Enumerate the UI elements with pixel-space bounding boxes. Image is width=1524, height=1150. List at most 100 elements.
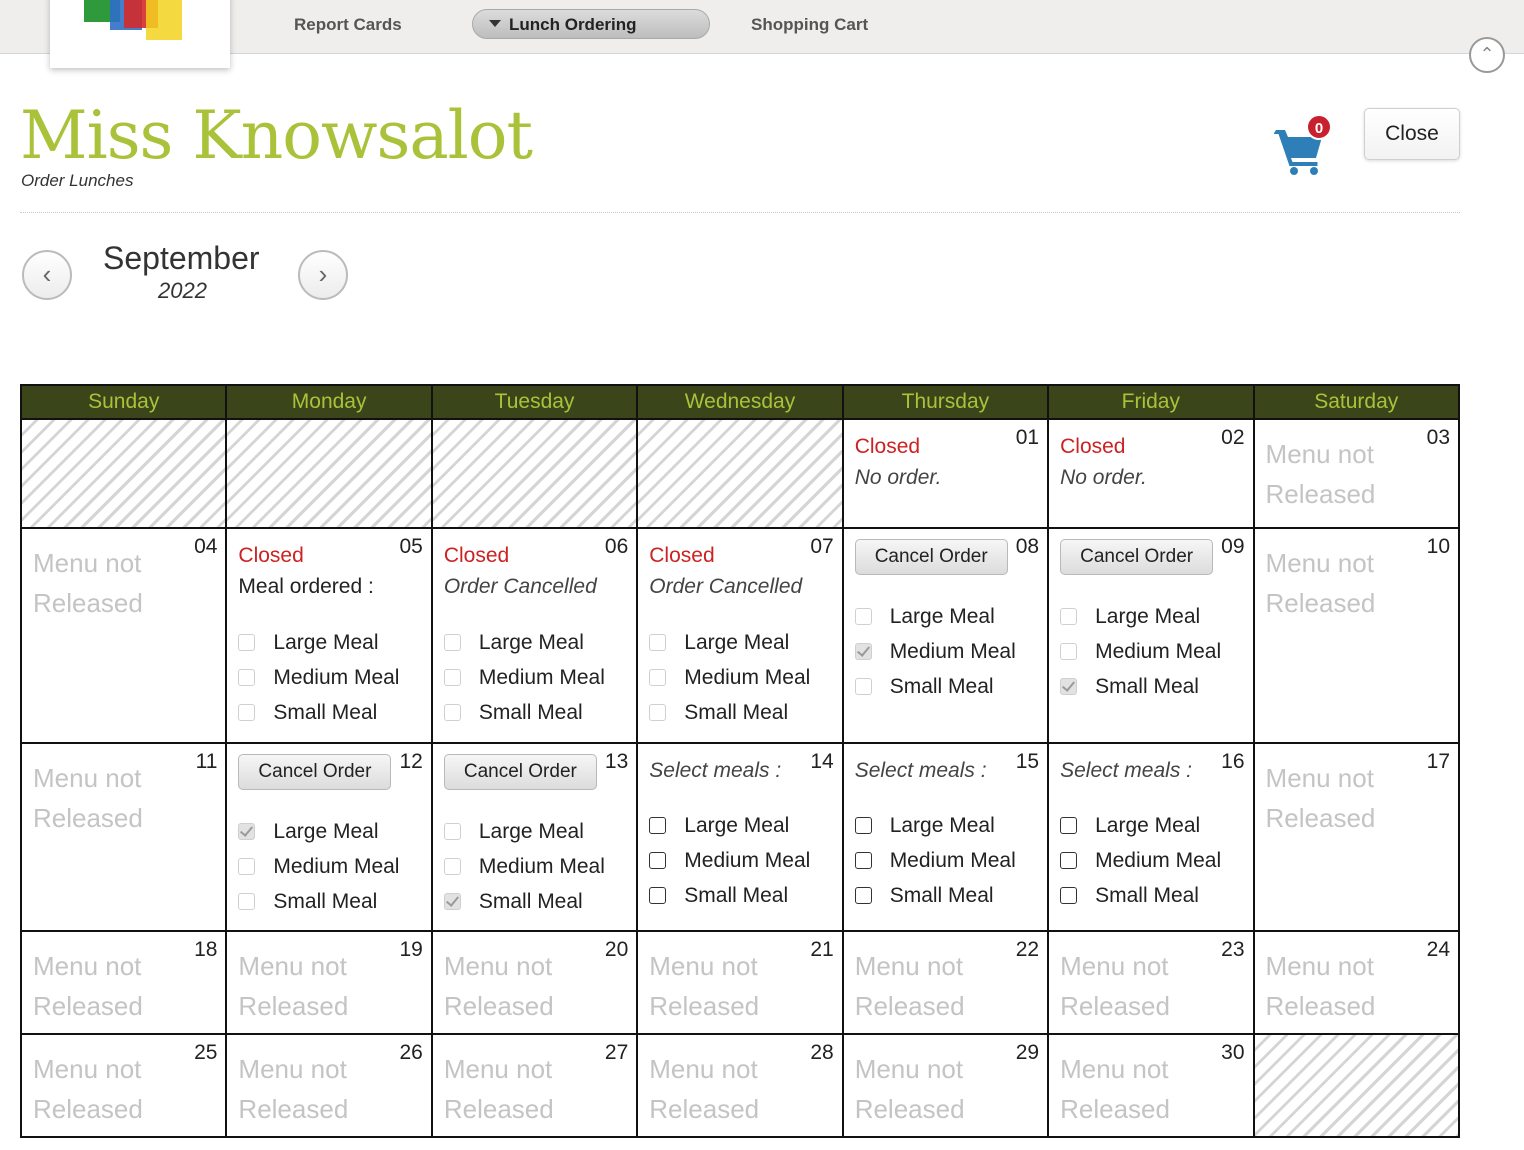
meal-checkbox[interactable] <box>649 887 667 904</box>
empty-day-cell <box>430 418 639 529</box>
meal-label[interactable]: Large Meal <box>684 814 789 838</box>
day-cell: 14 Select meals : Large Meal Medium Meal… <box>636 742 844 932</box>
nav-report-cards[interactable]: Report Cards <box>294 12 402 38</box>
menu-not-released: Menu not Released <box>443 951 554 1021</box>
meal-label[interactable]: Small Meal <box>1095 884 1199 908</box>
meal-option-large: Large Meal <box>238 814 399 849</box>
menu-not-released: Menu not Released <box>1060 951 1170 1021</box>
meal-label: Medium Meal <box>1095 639 1222 663</box>
meal-checkbox[interactable] <box>1060 817 1078 834</box>
meal-checkbox[interactable] <box>854 852 872 869</box>
meal-option-small: Small Meal <box>443 884 605 919</box>
closed-status: Closed <box>443 544 510 567</box>
closed-status: Closed <box>238 544 304 567</box>
menu-not-released: Menu not Released <box>33 951 143 1021</box>
day-cell: 08 Cancel Order Large Meal Medium Meal S… <box>841 527 1050 744</box>
meal-label[interactable]: Small Meal <box>684 884 788 908</box>
chevron-left-icon: ‹ <box>42 259 52 289</box>
cancel-order-button[interactable]: Cancel Order <box>854 539 1008 575</box>
meal-label: Large Meal <box>684 630 790 654</box>
menu-not-released: Menu not Released <box>33 1054 143 1124</box>
meal-checkbox <box>854 608 872 625</box>
meal-checkbox-checked <box>238 823 256 840</box>
cancel-order-button[interactable]: Cancel Order <box>443 754 597 790</box>
cancel-order-button[interactable]: Cancel Order <box>238 754 392 790</box>
closed-status: Closed <box>649 544 715 567</box>
weekday-header: Saturday <box>1252 384 1461 420</box>
meal-option-medium[interactable]: Medium Meal <box>1060 843 1221 878</box>
next-month-button[interactable]: › <box>298 250 348 300</box>
logo-shape <box>146 0 182 40</box>
day-number: 28 <box>810 1041 834 1064</box>
weekday-header: Monday <box>225 384 433 420</box>
meal-option-large[interactable]: Large Meal <box>854 808 1016 843</box>
day-number: 17 <box>1426 750 1450 773</box>
dropdown-triangle-icon <box>489 20 501 27</box>
school-logo[interactable] <box>50 0 230 68</box>
day-number: 23 <box>1221 938 1245 961</box>
meal-label[interactable]: Medium Meal <box>890 849 1016 873</box>
menu-not-released: Menu not Released <box>1265 763 1376 833</box>
meal-label[interactable]: Medium Meal <box>1095 849 1221 873</box>
meal-checkbox-checked <box>1060 678 1078 695</box>
prev-month-button[interactable]: ‹ <box>22 250 72 300</box>
meal-label[interactable]: Small Meal <box>890 884 994 908</box>
meal-label[interactable]: Large Meal <box>1095 814 1200 838</box>
day-cell: 29 Menu not Released <box>841 1033 1050 1138</box>
meal-checkbox[interactable] <box>854 817 872 834</box>
meal-checkbox[interactable] <box>649 817 667 834</box>
day-number: 13 <box>604 750 629 773</box>
nav-shopping-cart[interactable]: Shopping Cart <box>751 12 868 38</box>
meal-checkbox[interactable] <box>1060 852 1078 869</box>
meal-option-large: Large Meal <box>238 625 399 660</box>
close-button[interactable]: Close <box>1364 108 1460 160</box>
day-number: 02 <box>1221 426 1245 449</box>
weekday-header: Friday <box>1047 384 1255 420</box>
meal-option-small: Small Meal <box>238 884 399 919</box>
meal-label: Large Meal <box>273 819 379 843</box>
meal-option-large[interactable]: Large Meal <box>1060 808 1221 843</box>
meal-checkbox[interactable] <box>1060 887 1078 904</box>
meal-label: Small Meal <box>1095 674 1199 698</box>
weekday-header: Wednesday <box>636 384 844 420</box>
meal-options: Large Meal Medium Meal Small Meal <box>649 625 810 730</box>
meal-option-small[interactable]: Small Meal <box>854 878 1016 913</box>
meal-option-medium: Medium Meal <box>443 849 605 884</box>
menu-not-released: Menu not Released <box>1060 1054 1170 1124</box>
scroll-top-icon[interactable]: ⌃ <box>1469 37 1505 73</box>
meal-checkbox <box>1060 608 1078 625</box>
meal-checkbox-checked <box>854 643 872 660</box>
day-number: 12 <box>399 750 423 773</box>
meal-label[interactable]: Large Meal <box>890 814 995 838</box>
meal-options: Large Meal Medium Meal Small Meal <box>238 625 399 730</box>
day-number: 30 <box>1221 1041 1245 1064</box>
meal-checkbox[interactable] <box>854 887 872 904</box>
meal-option-small[interactable]: Small Meal <box>649 878 810 913</box>
meal-option-medium[interactable]: Medium Meal <box>649 843 810 878</box>
meal-checkbox <box>443 669 461 686</box>
meal-option-medium[interactable]: Medium Meal <box>854 843 1016 878</box>
meal-label[interactable]: Medium Meal <box>684 849 810 873</box>
meal-option-large[interactable]: Large Meal <box>649 808 810 843</box>
weekday-header-row: Sunday Monday Tuesday Wednesday Thursday… <box>19 384 1461 420</box>
meal-checkbox <box>649 704 667 721</box>
cancel-order-button[interactable]: Cancel Order <box>1060 539 1214 575</box>
meal-checkbox <box>1060 643 1078 660</box>
menu-not-released: Menu not Released <box>1265 951 1376 1021</box>
day-number: 22 <box>1015 938 1040 961</box>
meal-option-medium: Medium Meal <box>238 660 399 695</box>
day-number: 15 <box>1015 750 1040 773</box>
day-cell: 28 Menu not Released <box>636 1033 844 1138</box>
day-number: 07 <box>810 535 834 558</box>
meal-option-large: Large Meal <box>854 599 1016 634</box>
day-number: 14 <box>810 750 834 773</box>
nav-lunch-ordering[interactable]: Lunch Ordering <box>472 9 710 39</box>
select-meals-label: Select meals : <box>1060 759 1192 782</box>
day-number: 11 <box>195 750 218 773</box>
meal-checkbox[interactable] <box>649 852 667 869</box>
meal-option-small[interactable]: Small Meal <box>1060 878 1221 913</box>
day-cell: 24 Menu not Released <box>1252 930 1461 1035</box>
meal-label: Medium Meal <box>478 854 605 878</box>
day-number: 26 <box>399 1041 423 1064</box>
day-cell: 02 Closed No order. <box>1047 418 1255 529</box>
